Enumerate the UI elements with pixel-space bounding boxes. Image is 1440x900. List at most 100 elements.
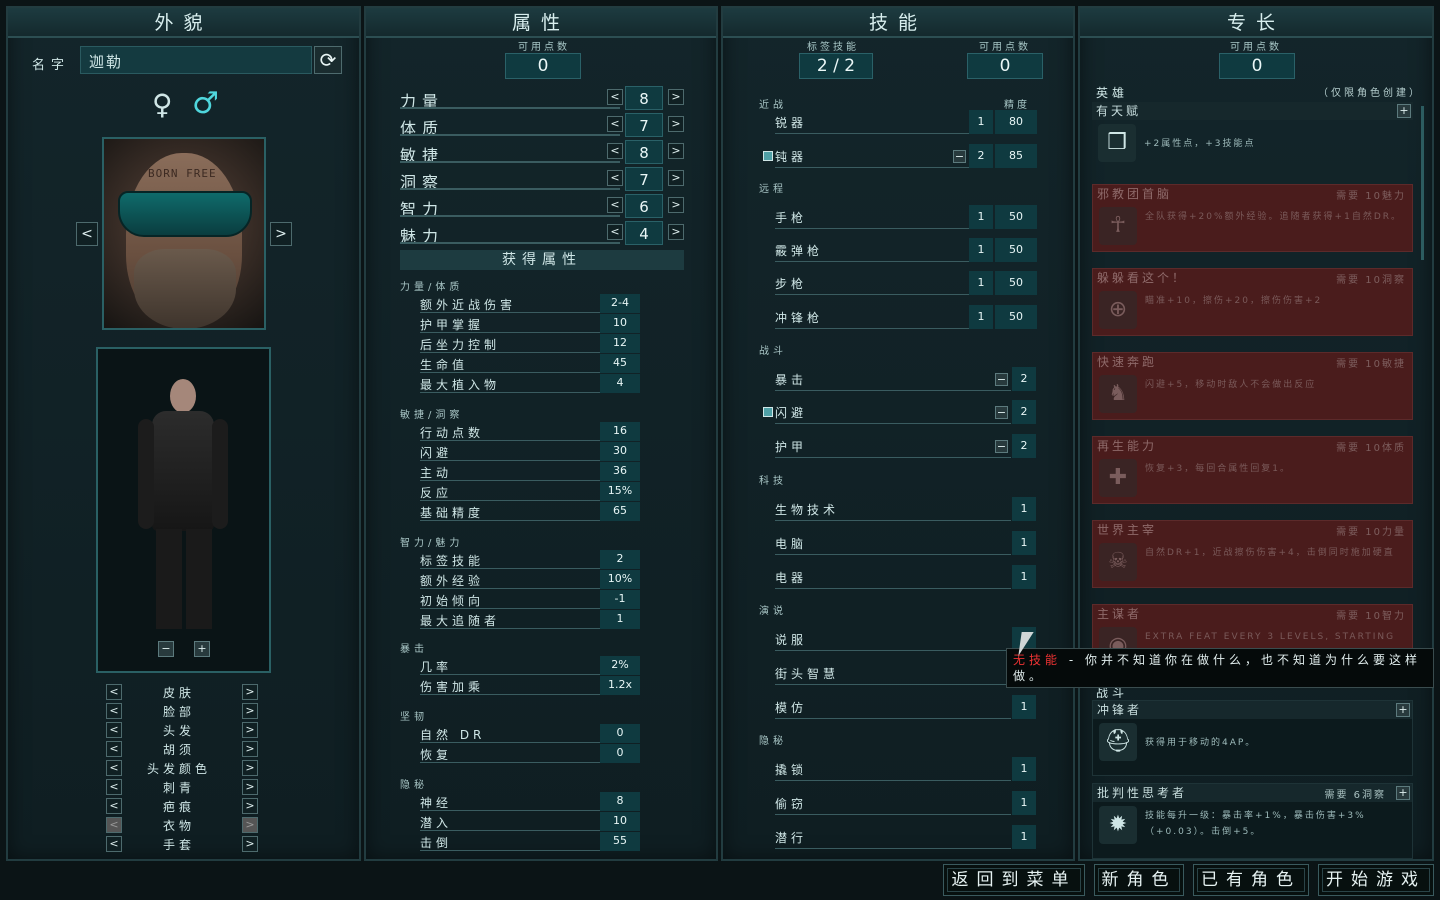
skills-title: 技能	[723, 8, 1073, 38]
derived-stat-underline	[420, 628, 600, 629]
attribute-increase-button[interactable]: >	[668, 170, 684, 186]
perk-desc: 恢复+3，每回合属性回复1。	[1145, 464, 1291, 474]
appearance-option-next-button[interactable]: >	[242, 760, 258, 776]
attribute-decrease-button[interactable]: <	[607, 143, 623, 159]
attributes-panel: 属性 可用点数 0 力量 <8 > 体质 <7 > 敏捷 <8 > 洞察 <7 > 智力 <6 > 魅力 <4 >…	[364, 6, 718, 861]
perk-talented-add-button[interactable]: +	[1397, 104, 1411, 118]
portrait-next-button[interactable]: >	[270, 222, 292, 246]
skills-panel: 技能 标签技能 2 / 2 可用点数 0 精度 近战 锐器 1 80 钝器 −2 85 远程手…	[721, 6, 1075, 861]
attribute-value: 6	[625, 194, 663, 218]
model-body	[152, 411, 214, 531]
tag-skill-checkbox[interactable]	[763, 407, 773, 417]
attribute-increase-button[interactable]: >	[668, 143, 684, 159]
lightbulb-icon: ✹	[1099, 806, 1137, 844]
derived-stat-value: 2-4	[600, 294, 640, 313]
attribute-value: 4	[625, 221, 663, 245]
derived-stat-underline	[420, 850, 600, 851]
skill-label: 冲锋枪	[775, 311, 824, 325]
appearance-option-next-button[interactable]: >	[242, 703, 258, 719]
derived-stat-underline	[420, 392, 600, 393]
appearance-option-prev-button[interactable]: <	[106, 684, 122, 700]
appearance-option-next-button[interactable]: >	[242, 684, 258, 700]
skill-label: 钝器	[775, 150, 808, 164]
attribute-decrease-button[interactable]: <	[607, 224, 623, 240]
derived-stat-underline	[420, 372, 600, 373]
derived-stat-underline	[420, 694, 600, 695]
perk-locked[interactable]: 再生能力 需要 10体质 ✚ 恢复+3，每回合属性回复1。	[1092, 436, 1413, 504]
zoom-in-button[interactable]: +	[194, 641, 210, 657]
perk-talented-desc: +2属性点，+3技能点	[1144, 139, 1256, 149]
perk-charger[interactable]: 冲锋者 + ⛑ 获得用于移动的4AP。	[1092, 700, 1413, 776]
appearance-option-prev-button[interactable]: <	[106, 836, 122, 852]
perk-locked[interactable]: 快速奔跑 需要 10敏捷 ♞ 闪避+5，移动时敌人不会做出反应	[1092, 352, 1413, 420]
attribute-increase-button[interactable]: >	[668, 197, 684, 213]
skill-underline	[775, 390, 1011, 391]
appearance-option-prev-button[interactable]: <	[106, 817, 122, 833]
attribute-decrease-button[interactable]: <	[607, 197, 623, 213]
portrait-frame: BORN FREE	[102, 137, 266, 330]
tag-skill-checkbox[interactable]	[763, 151, 773, 161]
derived-stat-label: 伤害加乘	[420, 680, 485, 694]
portrait-prev-button[interactable]: <	[76, 222, 98, 246]
attribute-decrease-button[interactable]: <	[607, 89, 623, 105]
model-arm-right	[212, 419, 228, 529]
male-icon[interactable]: ♂	[192, 86, 219, 121]
regen-plus-icon: ✚	[1099, 459, 1137, 497]
perk-critical-thinker[interactable]: 批判性思考者 需要 6洞察 + ✹ 技能每升一级：暴击率+1%，暴击伤害+3%（…	[1092, 783, 1413, 859]
appearance-option-next-button[interactable]: >	[242, 741, 258, 757]
appearance-option-next-button[interactable]: >	[242, 798, 258, 814]
appearance-option-next-button[interactable]: >	[242, 817, 258, 833]
attribute-value: 8	[625, 140, 663, 164]
appearance-option-prev-button[interactable]: <	[106, 722, 122, 738]
female-icon[interactable]: ♀	[152, 88, 173, 121]
derived-stat-label: 护甲掌握	[420, 318, 485, 332]
randomize-name-button[interactable]: ⟳	[314, 46, 342, 74]
new-character-button[interactable]: 新角色	[1094, 864, 1184, 896]
appearance-option-prev-button[interactable]: <	[106, 760, 122, 776]
derived-stat-value: 0	[600, 744, 640, 763]
back-to-menu-button[interactable]: 返回到菜单	[943, 864, 1085, 896]
appearance-option-label: 刺青	[162, 781, 195, 795]
attribute-value: 8	[625, 86, 663, 110]
appearance-option-next-button[interactable]: >	[242, 722, 258, 738]
attribute-increase-button[interactable]: >	[668, 89, 684, 105]
perk-locked[interactable]: 邪教团首脑 需要 10魅力 ☥ 全队获得+20%额外经验。追随者获得+1自然DR。	[1092, 184, 1413, 252]
skill-decrease-button[interactable]: −	[995, 373, 1008, 386]
tag-skills-caption: 标签技能	[807, 42, 859, 53]
perk-talented[interactable]: 有天赋 + ❒ +2属性点，+3技能点	[1092, 102, 1413, 172]
skill-value: 1	[969, 110, 993, 134]
perk-locked[interactable]: 世界主宰 需要 10力量 ☠ 自然DR+1，近战擦伤伤害+4，击倒同时施加硬直	[1092, 520, 1413, 588]
perk-critic-add-button[interactable]: +	[1396, 786, 1410, 800]
derived-stat-label: 主动	[420, 466, 453, 480]
derived-stat-underline	[420, 568, 600, 569]
appearance-option-label: 胡须	[162, 743, 195, 757]
runner-icon: ♞	[1099, 375, 1137, 413]
perk-charger-add-button[interactable]: +	[1396, 703, 1410, 717]
attribute-decrease-button[interactable]: <	[607, 116, 623, 132]
name-field[interactable]: 迦勒	[80, 46, 312, 74]
perk-locked[interactable]: 躲躲看这个！ 需要 10洞察 ⊕ 瞄准+10，擦伤+20，擦伤伤害+2	[1092, 268, 1413, 336]
zoom-out-button[interactable]: −	[158, 641, 174, 657]
skill-decrease-button[interactable]: −	[953, 150, 966, 163]
skill-decrease-button[interactable]: −	[995, 406, 1008, 419]
derived-stat-label: 恢复	[420, 748, 453, 762]
perk-locked[interactable]: 主谋者 需要 10智力 ◉ EXTRA FEAT EVERY 3 LEVELS, ST…	[1092, 604, 1413, 650]
appearance-option-next-button[interactable]: >	[242, 836, 258, 852]
start-game-button[interactable]: 开始游戏	[1318, 864, 1434, 896]
appearance-option-prev-button[interactable]: <	[106, 798, 122, 814]
derived-stat-underline	[420, 830, 600, 831]
perk-critic-desc: 技能每升一级：暴击率+1%，暴击伤害+3%（+0.03）。击倒+5。	[1145, 811, 1366, 837]
appearance-option-prev-button[interactable]: <	[106, 741, 122, 757]
portrait-beard	[134, 249, 236, 328]
skill-decrease-button[interactable]: −	[995, 440, 1008, 453]
existing-character-button[interactable]: 已有角色	[1193, 864, 1309, 896]
appearance-option-next-button[interactable]: >	[242, 779, 258, 795]
appearance-option-prev-button[interactable]: <	[106, 703, 122, 719]
attribute-increase-button[interactable]: >	[668, 224, 684, 240]
feats-scrollbar[interactable]	[1421, 106, 1424, 260]
tooltip-text: - 你并不知道你在做什么，也不知道为什么要这样做。	[1013, 653, 1421, 683]
appearance-option-prev-button[interactable]: <	[106, 779, 122, 795]
skill-underline	[775, 423, 1011, 424]
attribute-increase-button[interactable]: >	[668, 116, 684, 132]
attribute-decrease-button[interactable]: <	[607, 170, 623, 186]
